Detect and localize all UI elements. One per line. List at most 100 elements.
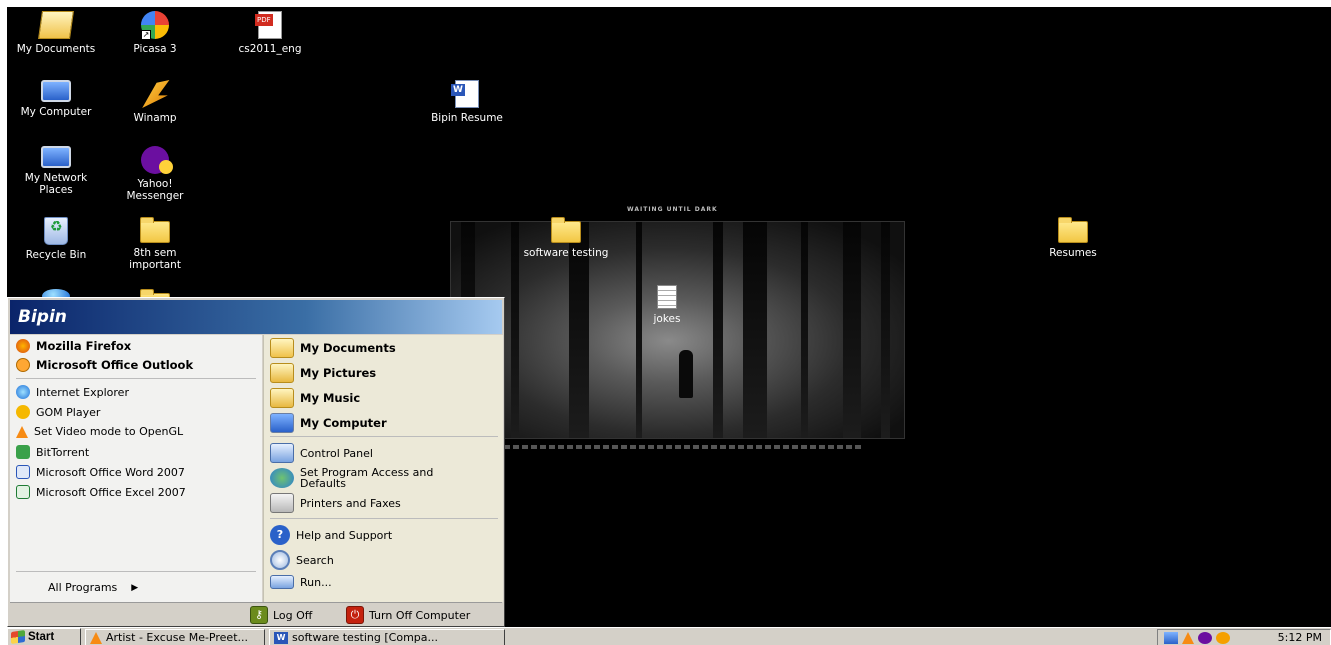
help-icon: ? <box>270 525 290 545</box>
word-icon: W <box>274 631 288 644</box>
bittorrent-icon <box>16 445 30 459</box>
start-menu-footer: ⚷ Log Off ⏻ Turn Off Computer <box>10 602 502 626</box>
vlc-icon <box>16 425 28 438</box>
vlc-tray-icon[interactable] <box>1182 631 1194 644</box>
start-item-label: My Pictures <box>300 366 377 380</box>
recycle-bin-icon <box>44 217 68 245</box>
start-item-gom-player[interactable]: GOM Player <box>16 405 100 419</box>
clock[interactable]: 5:12 PM <box>1278 631 1330 644</box>
yahoo-tray-icon[interactable] <box>1198 631 1212 644</box>
desktop-icon-label: Recycle Bin <box>25 249 87 261</box>
start-item-outlook[interactable]: Microsoft Office Outlook <box>16 358 193 372</box>
yahoo-messenger-icon <box>141 146 173 174</box>
turn-off-label: Turn Off Computer <box>369 608 471 622</box>
windows-logo-icon <box>11 630 25 644</box>
folder-icon <box>140 217 170 243</box>
start-item-bittorrent[interactable]: BitTorrent <box>16 445 89 459</box>
start-button[interactable]: Start <box>7 628 81 645</box>
winamp-icon <box>142 80 170 108</box>
my-pictures-icon <box>270 363 294 383</box>
taskbar: Start Artist - Excuse Me-Preet... W soft… <box>7 627 1331 645</box>
desktop-icon-my-computer[interactable]: My Computer <box>11 80 101 118</box>
start-item-label: Mozilla Firefox <box>36 339 132 353</box>
my-music-icon <box>270 388 294 408</box>
log-off-button[interactable]: ⚷ Log Off <box>250 606 312 624</box>
desktop-icon-bipin-resume[interactable]: Bipin Resume <box>422 80 512 124</box>
wallpaper-title: WAITING UNTIL DARK <box>627 206 718 213</box>
separator <box>270 436 498 437</box>
desktop-icon-label: jokes <box>653 313 681 325</box>
log-off-label: Log Off <box>273 608 313 622</box>
ie-icon <box>16 385 30 399</box>
desktop-icon-cs2011-eng[interactable]: cs2011_eng <box>225 11 315 55</box>
start-item-label: Microsoft Office Word 2007 <box>36 465 185 479</box>
firefox-icon <box>16 339 30 353</box>
start-item-my-documents[interactable]: My Documents <box>270 338 396 358</box>
start-menu-places: My Documents My Pictures My Music My Com… <box>263 335 503 602</box>
my-documents-icon <box>270 338 294 358</box>
desktop-icon-yahoo-messenger[interactable]: Yahoo! Messenger <box>110 146 200 202</box>
desktop-icon-winamp[interactable]: Winamp <box>110 80 200 124</box>
all-programs-label: All Programs <box>48 581 118 594</box>
start-item-label: Microsoft Office Excel 2007 <box>36 485 186 499</box>
search-icon <box>270 550 290 570</box>
start-item-label: My Music <box>300 391 361 405</box>
avast-tray-icon[interactable] <box>1216 631 1230 644</box>
start-item-excel-2007[interactable]: Microsoft Office Excel 2007 <box>16 485 186 499</box>
desktop-icon-picasa[interactable]: ↗ Picasa 3 <box>110 11 200 55</box>
separator <box>270 518 498 519</box>
start-item-label: Internet Explorer <box>36 385 129 399</box>
desktop-icon-label: Winamp <box>133 112 177 124</box>
desktop-icon-my-network-places[interactable]: My Network Places <box>11 146 101 196</box>
start-item-label: Set Program Access and Defaults <box>300 466 434 490</box>
start-item-label: My Computer <box>300 416 387 430</box>
key-icon: ⚷ <box>250 606 268 624</box>
desktop-icon-resumes[interactable]: Resumes <box>1028 217 1118 259</box>
desktop-icon-recycle-bin[interactable]: Recycle Bin <box>11 217 101 261</box>
my-computer-icon <box>270 413 294 433</box>
run-icon <box>270 575 294 589</box>
separator <box>16 378 256 379</box>
start-item-program-access[interactable]: Set Program Access and Defaults <box>270 467 470 489</box>
start-item-set-video-mode[interactable]: Set Video mode to OpenGL <box>16 425 183 438</box>
taskbar-button-word[interactable]: W software testing [Compa... <box>269 629 505 645</box>
desktop-icon-software-testing[interactable]: software testing <box>521 217 611 259</box>
folder-icon <box>551 217 581 243</box>
desktop-icon-label: software testing <box>523 247 609 259</box>
desktop-icon-jokes[interactable]: jokes <box>622 285 712 325</box>
start-item-label: Control Panel <box>300 446 373 460</box>
wallpaper-caption <box>504 445 864 449</box>
excel-icon <box>16 485 30 499</box>
desktop-icon-label: My Computer <box>20 106 92 118</box>
start-menu: Bipin Mozilla Firefox Microsoft Office O… <box>7 297 505 627</box>
desktop-icon-my-documents[interactable]: My Documents <box>11 11 101 55</box>
word-icon <box>16 465 30 479</box>
start-item-control-panel[interactable]: Control Panel <box>270 443 373 463</box>
network-places-icon <box>41 146 71 168</box>
hooded-figure <box>679 350 693 398</box>
start-item-help-support[interactable]: ? Help and Support <box>270 525 392 545</box>
start-item-internet-explorer[interactable]: Internet Explorer <box>16 385 129 399</box>
desktop-icon-label: Bipin Resume <box>431 112 503 124</box>
desktop-icon-label: Picasa 3 <box>133 43 177 55</box>
desktop-icon-label: My Documents <box>16 43 96 55</box>
desktop-icon-8th-sem[interactable]: 8th sem important <box>110 217 200 271</box>
start-item-firefox[interactable]: Mozilla Firefox <box>16 339 131 353</box>
start-item-my-computer[interactable]: My Computer <box>270 413 387 433</box>
turn-off-button[interactable]: ⏻ Turn Off Computer <box>346 606 470 624</box>
taskbar-button-winamp[interactable]: Artist - Excuse Me-Preet... <box>85 629 265 645</box>
start-menu-programs: Mozilla Firefox Microsoft Office Outlook… <box>10 335 262 602</box>
network-icon[interactable] <box>1164 631 1178 644</box>
start-item-my-pictures[interactable]: My Pictures <box>270 363 376 383</box>
desktop-icon-label: Resumes <box>1049 247 1097 259</box>
start-item-word-2007[interactable]: Microsoft Office Word 2007 <box>16 465 185 479</box>
start-item-search[interactable]: Search <box>270 550 334 570</box>
start-item-run[interactable]: Run... <box>270 575 332 589</box>
start-item-printers-faxes[interactable]: Printers and Faxes <box>270 493 401 513</box>
folder-icon <box>1058 217 1088 243</box>
start-item-my-music[interactable]: My Music <box>270 388 360 408</box>
outlook-icon <box>16 358 30 372</box>
all-programs-button[interactable]: All Programs ▶ <box>48 581 138 594</box>
system-tray: 5:12 PM <box>1157 629 1331 645</box>
vlc-icon <box>90 631 102 644</box>
